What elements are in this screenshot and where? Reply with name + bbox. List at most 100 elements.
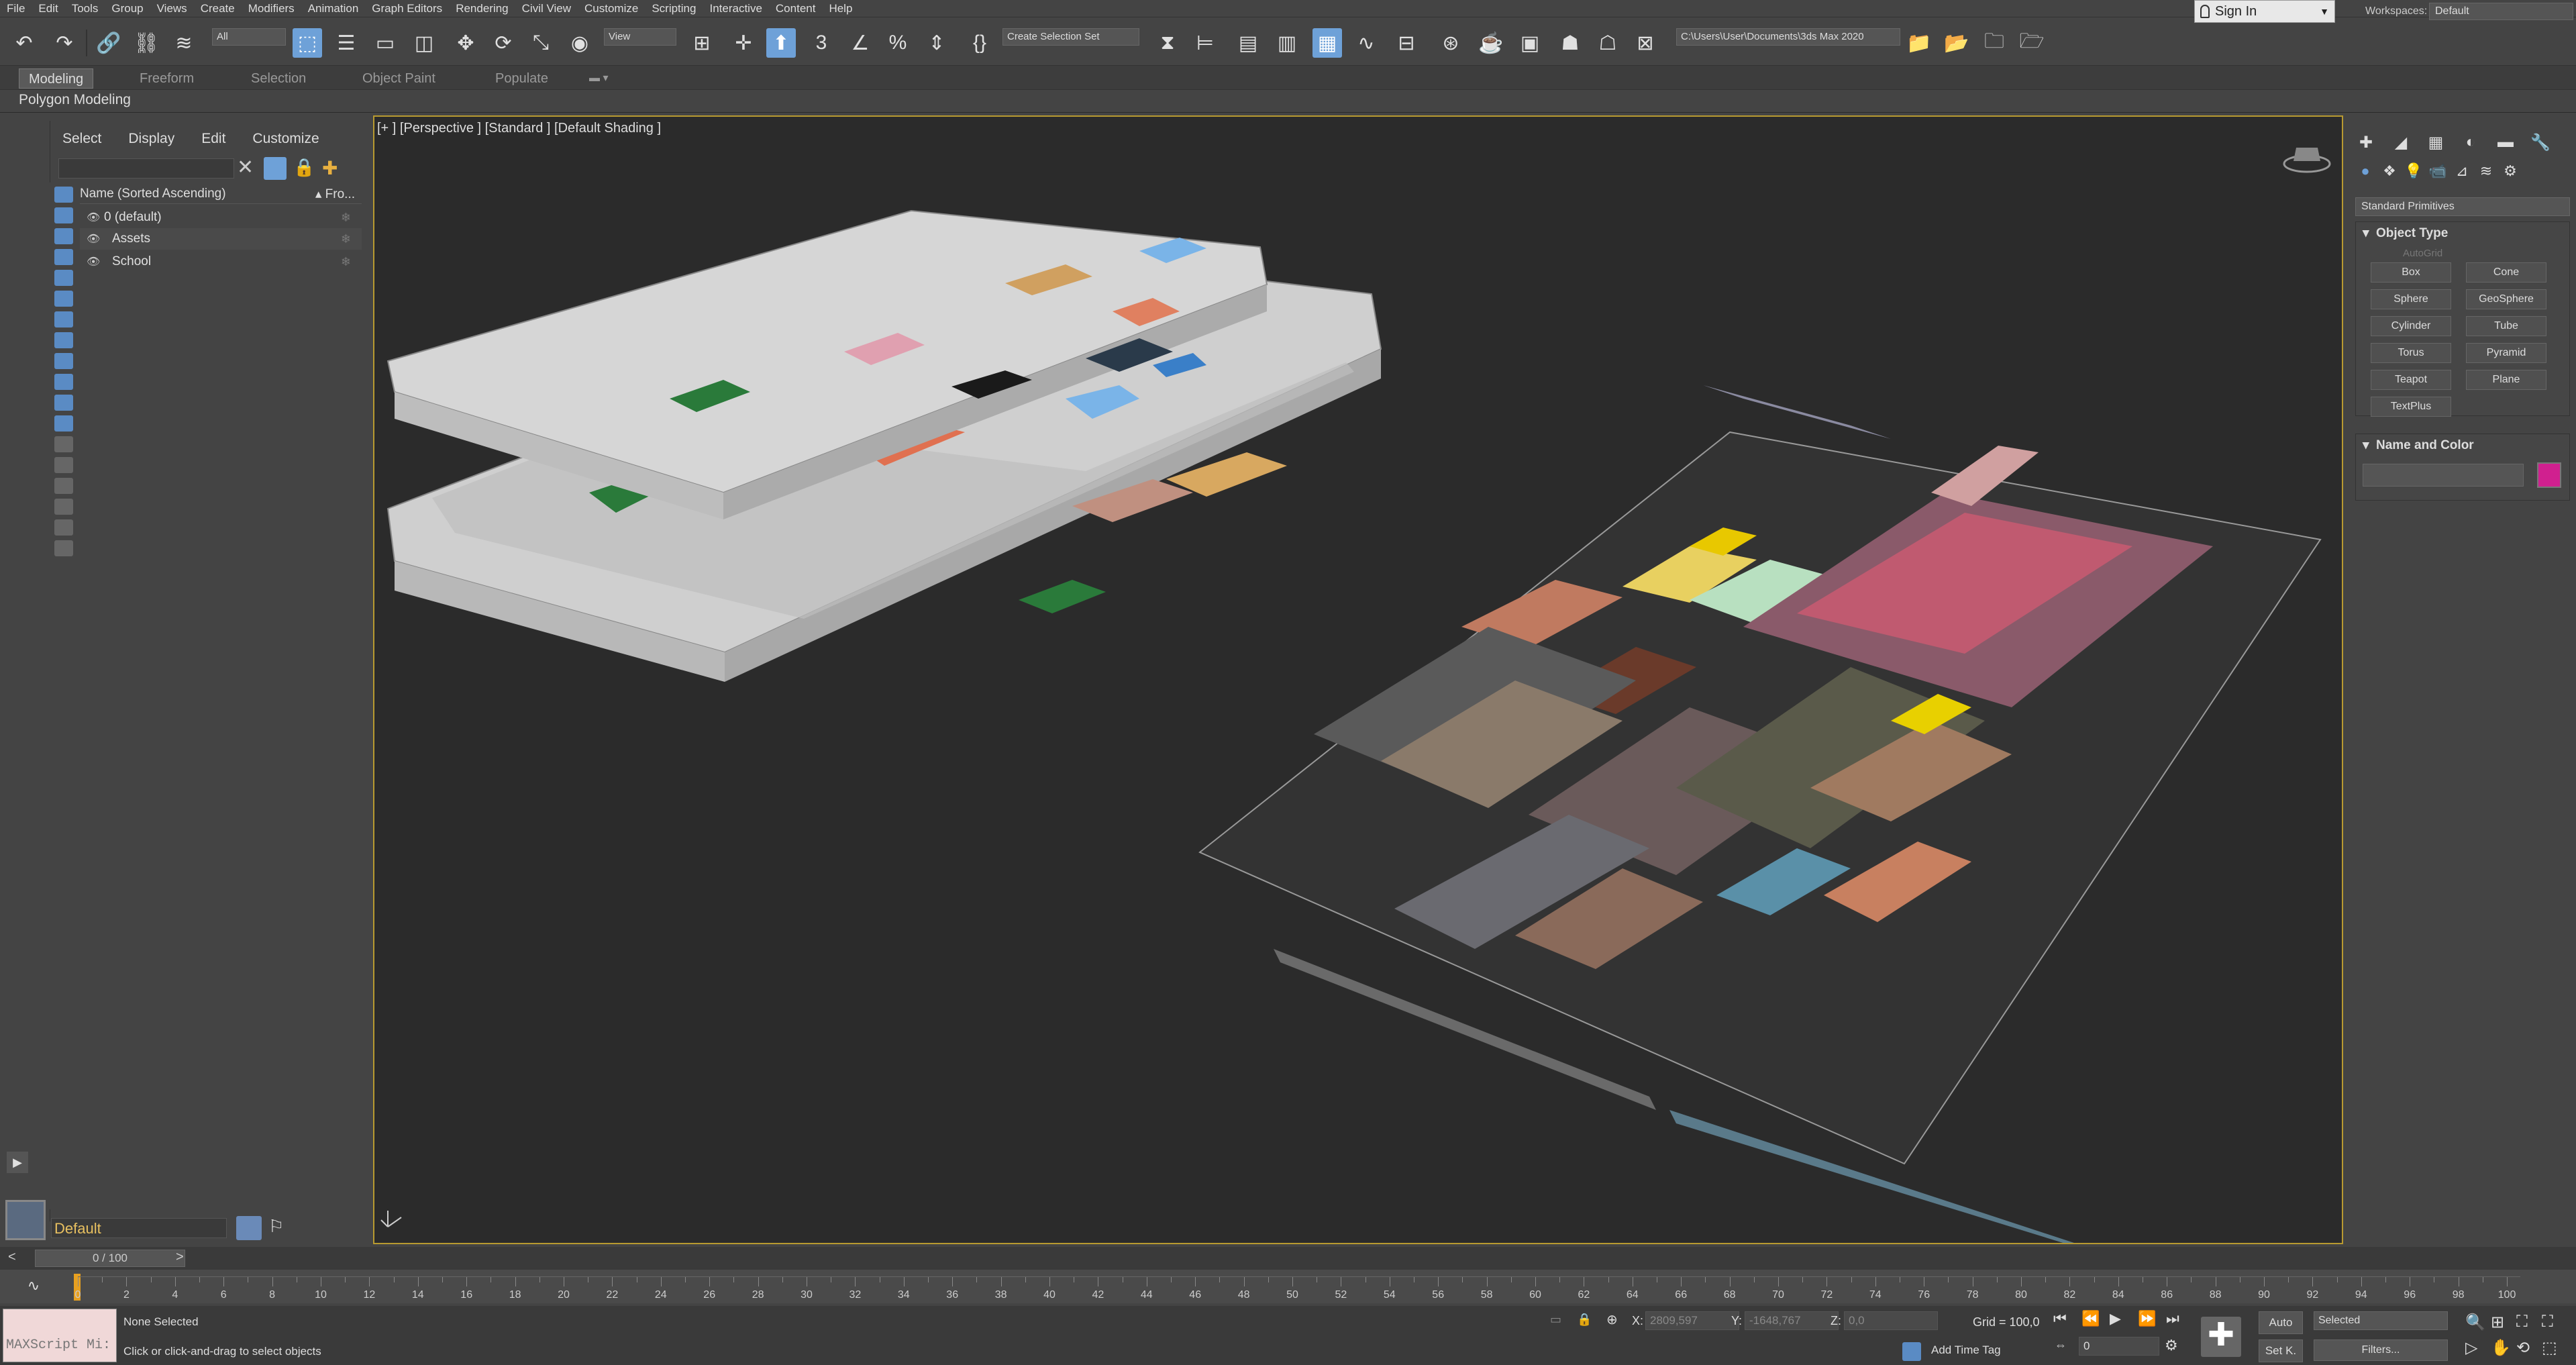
filter-frozen-icon[interactable] [54, 395, 73, 411]
zoom-icon[interactable]: 🔍 [2465, 1313, 2485, 1332]
layer-thumbnail[interactable] [5, 1200, 46, 1240]
eye-icon[interactable]: 👁 [87, 211, 100, 224]
explorer-menu-display[interactable]: Display [128, 131, 174, 147]
workspace-select[interactable]: Default [2429, 3, 2573, 20]
eye-icon[interactable]: 👁 [87, 255, 100, 268]
funnel-icon[interactable] [54, 519, 73, 536]
tab-selection[interactable]: Selection [242, 68, 315, 89]
keyboard-shortcut-icon[interactable]: ⬆ [766, 28, 796, 58]
motion-tab-icon[interactable]: ◐ [2459, 133, 2483, 156]
link-icon[interactable]: 🔗 [94, 28, 123, 58]
layer-row-assets[interactable]: 👁 Assets ❄ [80, 228, 362, 250]
plane-button[interactable]: Plane [2466, 370, 2546, 390]
previous-frame-icon[interactable]: ⏪ [2081, 1310, 2100, 1327]
menu-scripting[interactable]: Scripting [645, 0, 703, 17]
y-coordinate-field[interactable]: -1648,767 [1745, 1311, 1839, 1330]
project-path-select[interactable]: C:\Users\User\Documents\3ds Max 2020 [1676, 28, 1900, 46]
pyramid-button[interactable]: Pyramid [2466, 343, 2546, 363]
time-tag-icon[interactable] [1902, 1342, 1921, 1361]
explorer-menu-select[interactable]: Select [62, 131, 101, 147]
select-by-name-icon[interactable]: ☰ [331, 28, 361, 58]
scale-icon[interactable]: ⤡ [526, 28, 556, 58]
menu-civil-view[interactable]: Civil View [515, 0, 578, 17]
chevron-left-icon[interactable]: < [8, 1250, 16, 1265]
layer-explorer-button[interactable] [236, 1216, 262, 1240]
percent-snap-icon[interactable]: % [883, 28, 913, 58]
tab-populate[interactable]: Populate [486, 68, 558, 89]
track-bar[interactable]: ∿ 0 2 4 6 8 10 12 14 16 18 20 22 24 26 28 30 32 34 36 38 40 4… [0, 1270, 2576, 1303]
sphere-button[interactable]: Sphere [2371, 289, 2451, 309]
schematic-view-icon[interactable]: ⊟ [1392, 28, 1421, 58]
filter-icon[interactable] [264, 157, 287, 180]
time-config-icon[interactable]: ⚙ [2165, 1337, 2178, 1354]
lock-icon[interactable]: 🔒 [293, 157, 315, 178]
tag-icon[interactable] [54, 540, 73, 556]
set-key-button[interactable]: Set K. [2259, 1339, 2303, 1362]
curve-editor-icon[interactable]: ∿ [1351, 28, 1381, 58]
freeze-icon[interactable]: ❄ [341, 255, 351, 269]
key-filter-select[interactable]: Selected [2314, 1311, 2448, 1330]
create-tab-icon[interactable]: ✚ [2354, 133, 2378, 156]
sign-in-button[interactable]: Sign In ▼ [2194, 0, 2335, 23]
maxscript-listener[interactable]: MAXScript Mi: [3, 1309, 117, 1362]
menu-rendering[interactable]: Rendering [449, 0, 515, 17]
autogrid-checkbox[interactable]: AutoGrid [2403, 248, 2442, 259]
invert-display-icon[interactable] [54, 478, 73, 494]
lights-icon[interactable]: 💡 [2404, 162, 2424, 181]
expand-panel-icon[interactable]: ▶ [7, 1152, 28, 1173]
move-icon[interactable]: ✥ [451, 28, 480, 58]
absolute-mode-icon[interactable]: ⊕ [1606, 1311, 1618, 1328]
add-layer-icon[interactable]: ✚ [322, 157, 338, 179]
layer-row-default[interactable]: 👁 0 (default) ❄ [80, 207, 362, 228]
zoom-extents-icon[interactable]: ⛶ [2516, 1313, 2528, 1331]
menu-group[interactable]: Group [105, 0, 150, 17]
layer-row-school[interactable]: 👁 School ❄ [80, 251, 362, 272]
filter-hidden-icon[interactable] [54, 415, 73, 432]
filter-groups-icon[interactable] [54, 311, 73, 327]
filter-containers-icon[interactable] [54, 374, 73, 390]
render-production-icon[interactable]: ☗ [1555, 28, 1585, 58]
teapot-button[interactable]: Teapot [2371, 370, 2451, 390]
textplus-button[interactable]: TextPlus [2371, 397, 2451, 417]
spacewarps-icon[interactable]: ≋ [2476, 162, 2496, 181]
display-tab-icon[interactable]: ▬ [2493, 133, 2518, 156]
reference-coord-select[interactable]: View [604, 28, 676, 46]
cameras-icon[interactable]: 📹 [2428, 162, 2448, 181]
undo-icon[interactable]: ↶ [9, 28, 39, 58]
material-editor-icon[interactable]: ⊛ [1436, 28, 1465, 58]
create-selection-set-select[interactable]: Create Selection Set [1002, 28, 1139, 46]
orbit-icon[interactable]: ⟲ [2516, 1338, 2530, 1358]
helpers-icon[interactable]: ⊿ [2452, 162, 2472, 181]
select-object-icon[interactable]: ⬚ [293, 28, 322, 58]
layer-settings-icon[interactable]: ⚐ [268, 1216, 284, 1237]
angle-snap-icon[interactable]: ∠ [845, 28, 875, 58]
render-iterative-icon[interactable]: ☖ [1593, 28, 1622, 58]
category-select[interactable]: Standard Primitives [2355, 197, 2570, 216]
polygon-modeling-panel[interactable]: Polygon Modeling [0, 91, 2576, 113]
menu-views[interactable]: Views [150, 0, 194, 17]
rect-selection-icon[interactable]: ▭ [370, 28, 400, 58]
toggle-ribbon-icon[interactable]: ▥ [1272, 28, 1302, 58]
display-all-icon[interactable] [54, 436, 73, 452]
menu-graph-editors[interactable]: Graph Editors [365, 0, 449, 17]
maximize-viewport-icon[interactable]: ⬚ [2542, 1338, 2557, 1358]
filter-lights-icon[interactable] [54, 228, 73, 244]
x-coordinate-field[interactable]: 2809,597 [1645, 1311, 1739, 1330]
systems-icon[interactable]: ⚙ [2500, 162, 2520, 181]
rotate-icon[interactable]: ⟳ [488, 28, 518, 58]
object-type-header[interactable]: Object Type [2356, 222, 2569, 245]
display-none-icon[interactable] [54, 457, 73, 473]
bind-space-warp-icon[interactable]: ≋ [169, 28, 199, 58]
scene-explorer-icon[interactable]: ▦ [1312, 28, 1342, 58]
snap-3d-icon[interactable]: 3 [807, 28, 836, 58]
chevron-right-icon[interactable]: > [176, 1250, 184, 1265]
filter-shapes-icon[interactable] [54, 207, 73, 223]
redo-icon[interactable]: ↷ [50, 28, 79, 58]
tab-freeform[interactable]: Freeform [130, 68, 203, 89]
set-key-icon[interactable]: ✚ [2201, 1317, 2241, 1357]
menu-customize[interactable]: Customize [578, 0, 645, 17]
menu-animation[interactable]: Animation [301, 0, 366, 17]
add-time-tag[interactable]: Add Time Tag [1931, 1344, 2001, 1357]
go-to-end-icon[interactable]: ⏭ [2166, 1310, 2179, 1327]
menu-tools[interactable]: Tools [65, 0, 105, 17]
